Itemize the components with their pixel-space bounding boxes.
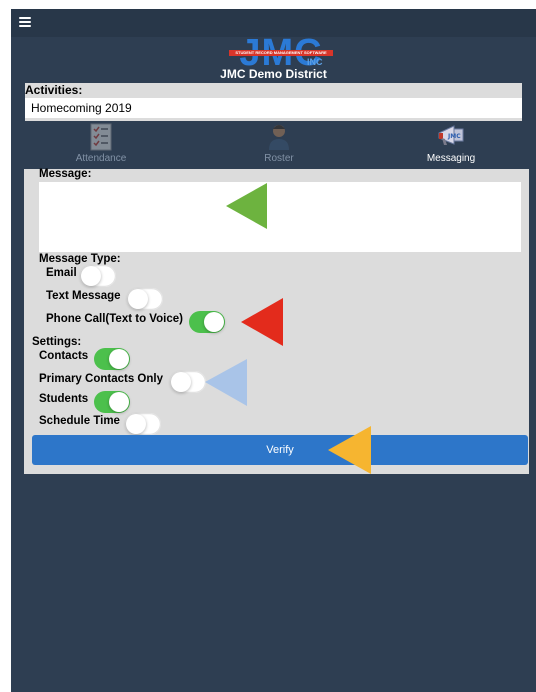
email-label: Email [46, 267, 77, 279]
tab-attendance[interactable]: Attendance [41, 123, 161, 167]
district-name: JMC Demo District [220, 67, 327, 81]
text-message-label: Text Message [46, 290, 121, 302]
schedule-time-toggle[interactable] [125, 413, 161, 435]
activity-select[interactable]: Homecoming 2019 [25, 98, 522, 118]
settings-label: Settings: [32, 336, 82, 348]
phone-call-label: Phone Call(Text to Voice) [46, 313, 183, 325]
primary-contacts-label: Primary Contacts Only [39, 373, 163, 385]
contacts-toggle[interactable] [94, 348, 130, 370]
verify-button[interactable]: Verify [32, 435, 528, 465]
primary-contacts-toggle[interactable] [170, 371, 206, 393]
checklist-icon [90, 123, 112, 151]
tab-roster[interactable]: Roster [219, 123, 339, 167]
blue-arrow-icon [205, 359, 247, 406]
students-label: Students [39, 393, 89, 405]
megaphone-icon: JMC [438, 125, 464, 145]
logo-tagline: STUDENT RECORD MANAGEMENT SOFTWARE [229, 50, 333, 56]
students-toggle[interactable] [94, 391, 130, 413]
red-arrow-icon [241, 298, 283, 346]
svg-text:JMC: JMC [447, 133, 461, 140]
schedule-time-label: Schedule Time [39, 415, 120, 427]
tab-messaging[interactable]: JMC Messaging [391, 123, 511, 167]
app-screen: JMC STUDENT RECORD MANAGEMENT SOFTWARE I… [11, 9, 536, 692]
activities-panel: Activities: Homecoming 2019 [25, 83, 522, 121]
person-icon [269, 125, 289, 150]
email-toggle[interactable] [80, 265, 116, 287]
message-type-label: Message Type: [39, 253, 121, 265]
text-message-toggle[interactable] [127, 288, 163, 310]
tab-messaging-label: Messaging [426, 153, 476, 164]
logo-suffix: INC [307, 57, 323, 67]
menu-icon[interactable] [19, 17, 31, 27]
message-input[interactable] [39, 182, 521, 252]
phone-call-toggle[interactable] [189, 311, 225, 333]
orange-arrow-icon [328, 426, 371, 474]
contacts-label: Contacts [39, 350, 89, 362]
tab-roster-label: Roster [264, 153, 294, 164]
activities-label: Activities: [25, 83, 83, 97]
green-arrow-icon [226, 183, 267, 229]
message-label: Message: [39, 168, 92, 180]
tab-attendance-label: Attendance [75, 153, 127, 164]
